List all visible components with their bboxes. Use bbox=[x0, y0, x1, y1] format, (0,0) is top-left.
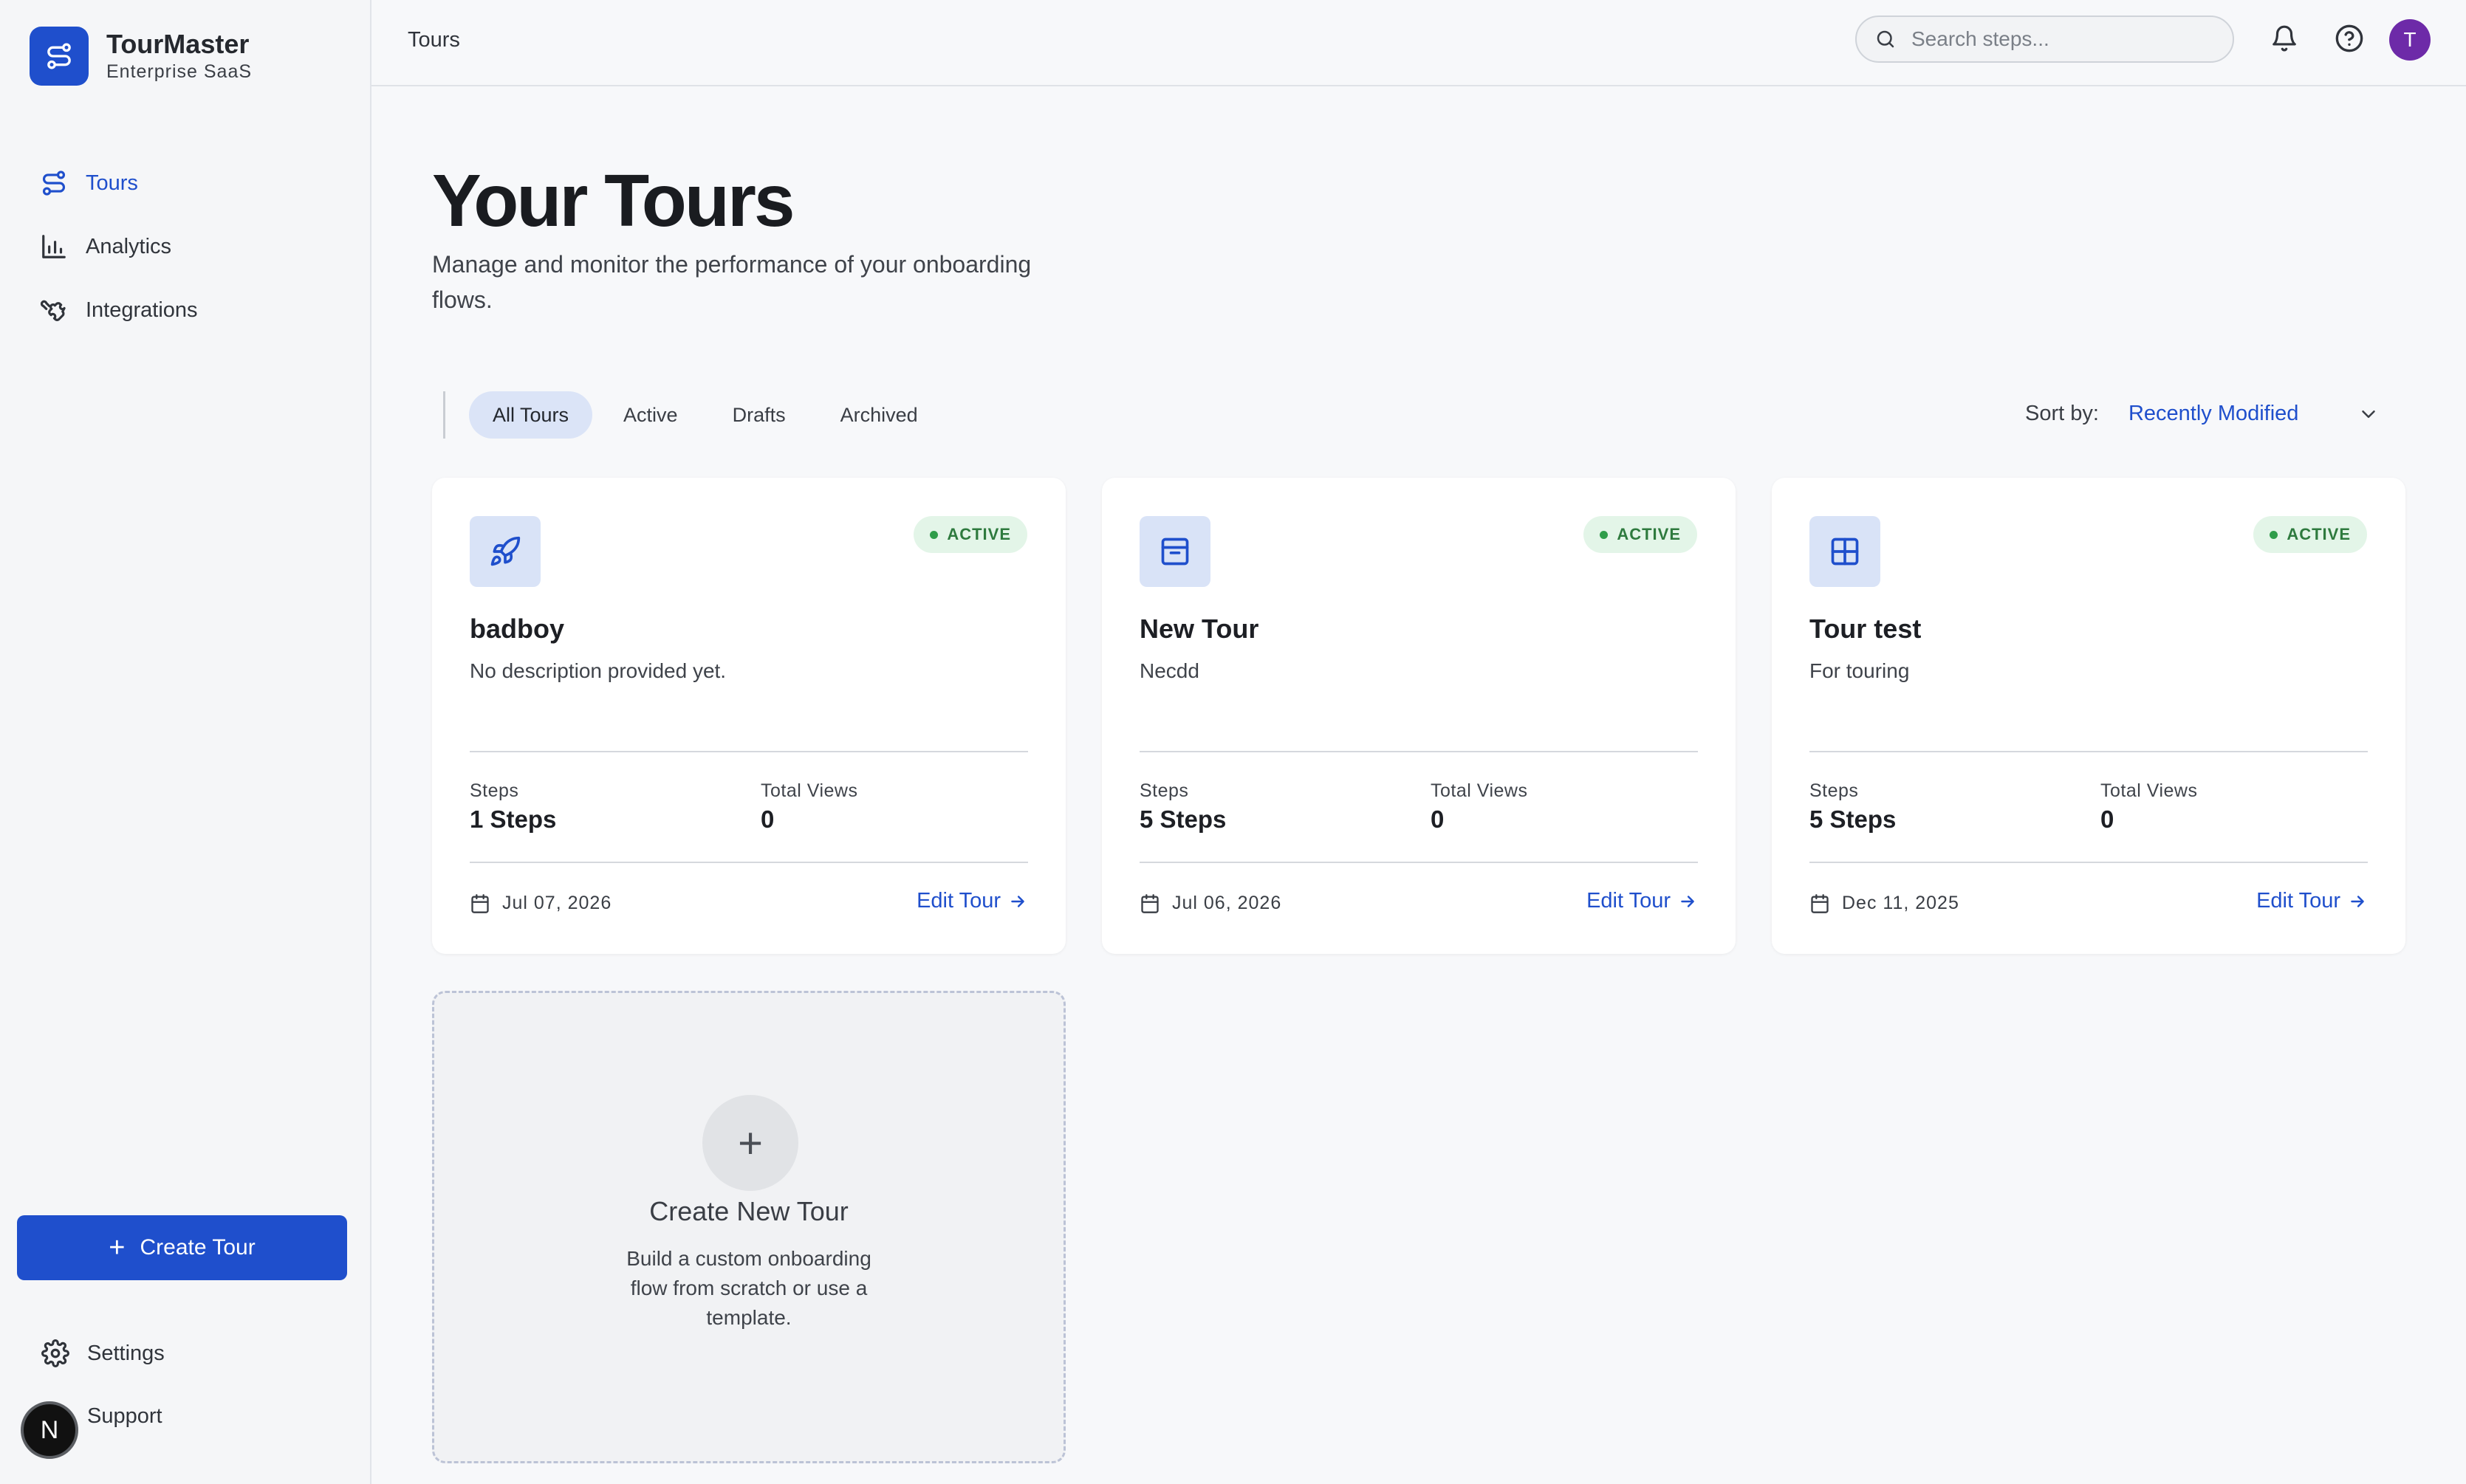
create-tour-button[interactable]: + Create Tour bbox=[17, 1215, 347, 1280]
calendar-icon bbox=[471, 893, 489, 913]
status-badge: ACTIVE bbox=[2253, 516, 2367, 553]
status-badge: ACTIVE bbox=[1583, 516, 1697, 553]
filter-tabs: All Tours Active Drafts Archived bbox=[443, 391, 949, 439]
tour-description: For touring bbox=[1809, 659, 1910, 682]
tour-card[interactable]: ACTIVE badboy No description provided ye… bbox=[432, 478, 1066, 954]
steps-label: Steps bbox=[470, 780, 519, 801]
steps-label: Steps bbox=[1140, 780, 1189, 801]
tour-name: Tour test bbox=[1809, 614, 1922, 644]
user-avatar[interactable]: T bbox=[2389, 19, 2431, 61]
tour-name: badboy bbox=[470, 614, 565, 644]
create-new-tour-description: Build a custom onboarding flow from scra… bbox=[626, 1247, 871, 1329]
sidebar-item-analytics[interactable]: Analytics bbox=[40, 215, 198, 278]
tab-drafts[interactable]: Drafts bbox=[709, 391, 809, 439]
divider bbox=[470, 862, 1028, 863]
sidebar-item-tours[interactable]: Tours bbox=[40, 151, 198, 215]
chevron-down-icon[interactable] bbox=[2357, 403, 2380, 425]
sidebar-item-label: Analytics bbox=[86, 234, 172, 258]
bar-chart-icon bbox=[42, 235, 66, 258]
tour-description: No description provided yet. bbox=[470, 659, 727, 682]
grid-icon bbox=[1809, 516, 1880, 587]
arrow-right-icon bbox=[2351, 895, 2364, 907]
steps-value: 5 Steps bbox=[1140, 805, 1227, 833]
tour-date: Jul 06, 2026 bbox=[1140, 893, 1281, 914]
search-icon bbox=[1877, 30, 1894, 48]
views-value: 0 bbox=[2100, 805, 2114, 833]
create-tour-label: Create Tour bbox=[140, 1235, 256, 1260]
tour-description: Necdd bbox=[1140, 659, 1199, 682]
route-icon bbox=[30, 27, 89, 86]
bell-icon[interactable] bbox=[2267, 21, 2302, 56]
sort-control[interactable]: Sort by: Recently Modified bbox=[2025, 402, 2380, 426]
help-icon[interactable] bbox=[2332, 21, 2367, 56]
divider bbox=[1140, 751, 1698, 752]
search-input[interactable] bbox=[1911, 27, 2207, 51]
gear-icon bbox=[41, 1339, 69, 1367]
tour-card[interactable]: ACTIVE New Tour Necdd Steps 5 Steps Tota… bbox=[1102, 478, 1736, 954]
sidebar-item-label: Tours bbox=[86, 171, 138, 195]
brand-name: TourMaster bbox=[106, 29, 250, 59]
sidebar-item-label: Settings bbox=[87, 1341, 165, 1365]
sidebar-item-integrations[interactable]: Integrations bbox=[40, 278, 198, 342]
sidebar-nav: Tours Analytics Integrations bbox=[40, 151, 198, 342]
edit-tour-link[interactable]: Edit Tour bbox=[1586, 889, 1697, 913]
tab-all-tours[interactable]: All Tours bbox=[469, 391, 593, 439]
puzzle-icon bbox=[40, 300, 66, 321]
brand-subtitle: Enterprise SaaS bbox=[106, 61, 253, 82]
steps-value: 1 Steps bbox=[470, 805, 557, 833]
tab-active[interactable]: Active bbox=[600, 391, 702, 439]
divider bbox=[1809, 862, 2368, 863]
sort-select[interactable]: Recently Modified bbox=[2128, 402, 2299, 426]
arrow-right-icon bbox=[1681, 895, 1694, 907]
calendar-icon bbox=[1811, 893, 1829, 913]
steps-value: 5 Steps bbox=[1809, 805, 1897, 833]
views-label: Total Views bbox=[2100, 780, 2198, 801]
steps-label: Steps bbox=[1809, 780, 1859, 801]
tour-card[interactable]: ACTIVE Tour test For touring Steps 5 Ste… bbox=[1772, 478, 2405, 954]
search-box[interactable] bbox=[1855, 16, 2234, 63]
views-label: Total Views bbox=[761, 780, 858, 801]
route-icon bbox=[42, 171, 66, 196]
sort-label: Sort by: bbox=[2025, 402, 2099, 425]
sidebar: TourMaster Enterprise SaaS Tours Analyti… bbox=[0, 0, 371, 1484]
views-value: 0 bbox=[1431, 805, 1445, 833]
sidebar-item-settings[interactable]: Settings bbox=[41, 1339, 165, 1367]
tour-date: Jul 07, 2026 bbox=[470, 893, 612, 914]
sidebar-item-label: Integrations bbox=[86, 298, 198, 322]
rocket-icon bbox=[470, 516, 541, 587]
sidebar-item-label: Support bbox=[87, 1404, 162, 1428]
breadcrumb: Tours bbox=[408, 28, 460, 52]
plus-icon: + bbox=[109, 1232, 126, 1263]
views-value: 0 bbox=[761, 805, 775, 833]
tour-name: New Tour bbox=[1140, 614, 1259, 644]
divider bbox=[1809, 751, 2368, 752]
divider bbox=[1140, 862, 1698, 863]
workspace-avatar[interactable]: N bbox=[21, 1401, 78, 1459]
plus-icon: + bbox=[702, 1095, 798, 1191]
page-subtitle: Manage and monitor the performance of yo… bbox=[432, 251, 1032, 313]
brand[interactable]: TourMaster Enterprise SaaS bbox=[30, 27, 252, 86]
page-title: Your Tours bbox=[432, 159, 795, 242]
arrow-right-icon bbox=[1011, 895, 1024, 907]
edit-tour-link[interactable]: Edit Tour bbox=[2256, 889, 2367, 913]
topbar: Tours T bbox=[371, 0, 2466, 86]
status-badge: ACTIVE bbox=[914, 516, 1027, 553]
divider bbox=[470, 751, 1028, 752]
create-new-tour-title: Create New Tour bbox=[649, 1196, 849, 1226]
sidebar-item-support[interactable]: Support bbox=[87, 1404, 162, 1429]
tour-date: Dec 11, 2025 bbox=[1809, 893, 1959, 914]
create-new-tour-card[interactable]: + Create New Tour Build a custom onboard… bbox=[432, 991, 1066, 1463]
views-label: Total Views bbox=[1431, 780, 1528, 801]
tab-archived[interactable]: Archived bbox=[817, 391, 942, 439]
calendar-icon bbox=[1141, 893, 1159, 913]
inbox-icon bbox=[1140, 516, 1210, 587]
edit-tour-link[interactable]: Edit Tour bbox=[917, 889, 1027, 913]
